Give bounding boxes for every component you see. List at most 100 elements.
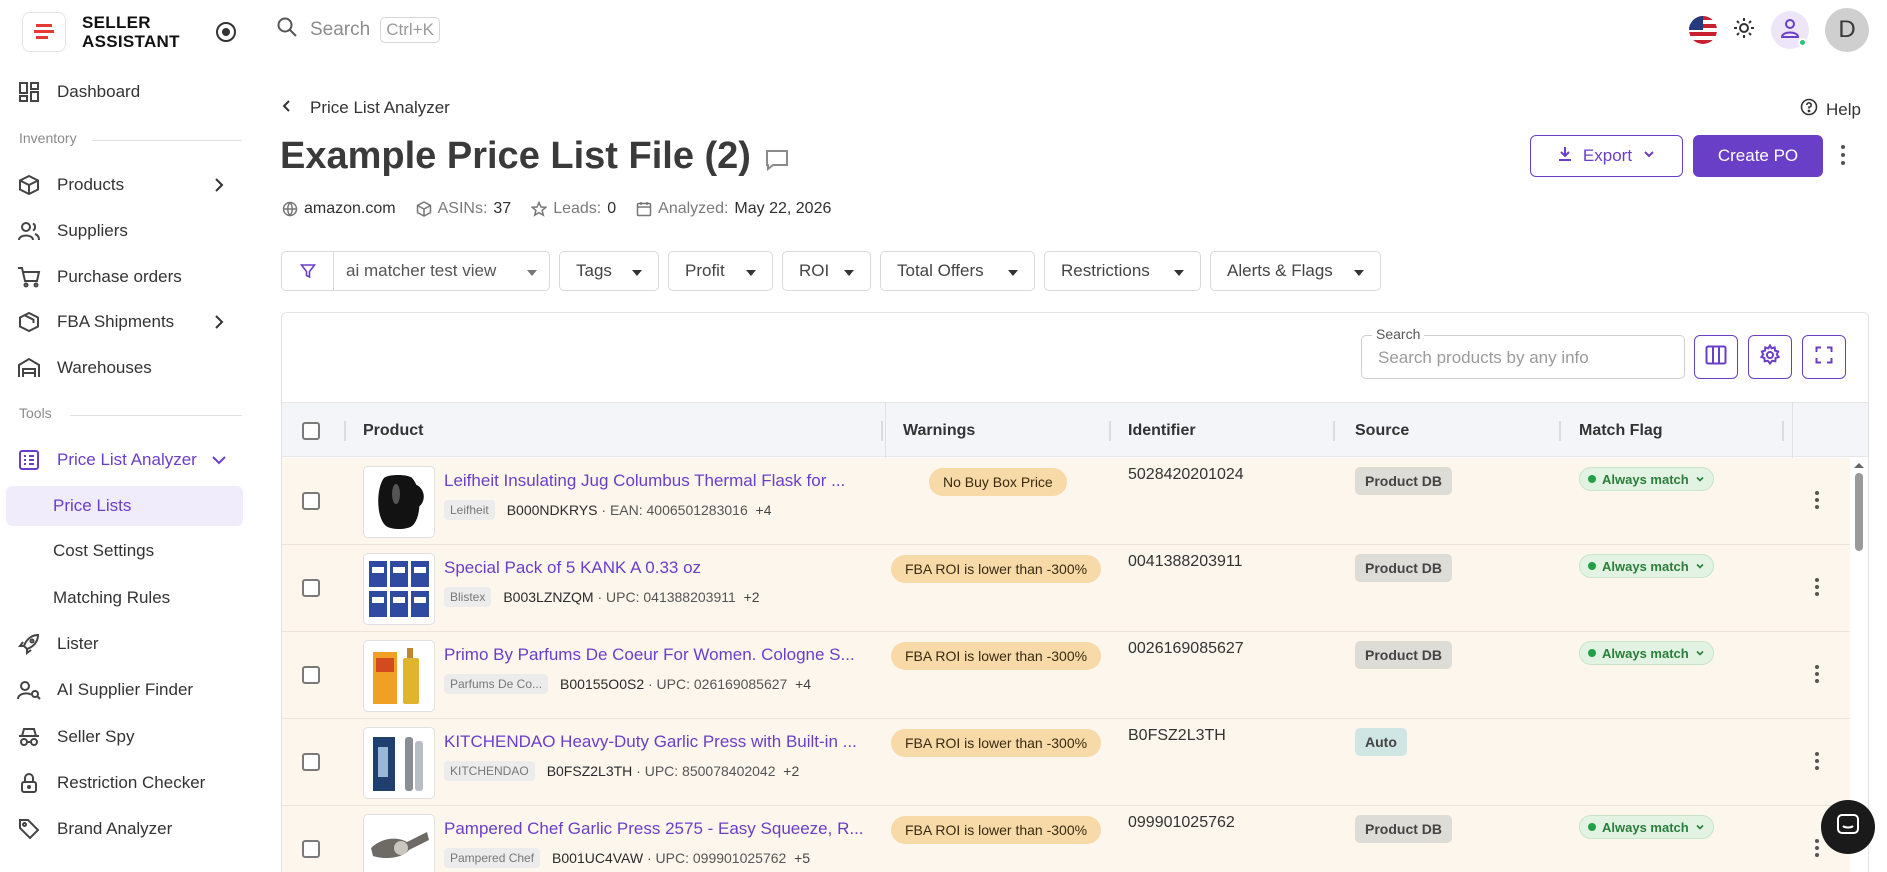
- row-actions-icon[interactable]: [1814, 751, 1820, 776]
- table-row[interactable]: KITCHENDAO Heavy-Duty Garlic Press with …: [282, 719, 1850, 806]
- us-flag-icon[interactable]: [1689, 16, 1717, 44]
- comment-icon[interactable]: [765, 138, 789, 181]
- row-actions-icon[interactable]: [1814, 577, 1820, 602]
- columns-button[interactable]: [1694, 335, 1738, 379]
- table-row[interactable]: Special Pack of 5 KANK A 0.33 oz Blistex…: [282, 545, 1850, 632]
- sidebar-item-suppliers[interactable]: Suppliers: [6, 211, 243, 251]
- brand-chip[interactable]: Parfums De Co...: [444, 674, 549, 694]
- meta-leads-value: 0: [607, 200, 617, 217]
- avatar[interactable]: D: [1825, 8, 1869, 52]
- sun-icon[interactable]: [1733, 17, 1755, 44]
- sidebar-item-price-lists[interactable]: Price Lists: [6, 486, 243, 526]
- brand-chip[interactable]: KITCHENDAO: [444, 761, 535, 781]
- column-header-warnings[interactable]: Warnings: [903, 403, 975, 458]
- row-actions-icon[interactable]: [1814, 838, 1820, 863]
- sidebar-item-ai-supplier-finder[interactable]: AI Supplier Finder: [6, 670, 243, 710]
- chevron-left-icon[interactable]: [280, 98, 294, 118]
- column-divider[interactable]: [1782, 421, 1784, 441]
- more-identifiers[interactable]: +4: [756, 502, 772, 518]
- product-title-link[interactable]: Leifheit Insulating Jug Columbus Thermal…: [444, 471, 845, 491]
- more-vertical-icon[interactable]: [1840, 144, 1846, 171]
- sidebar-item-purchase-orders[interactable]: Purchase orders: [6, 257, 243, 297]
- match-flag-select[interactable]: Always match: [1579, 815, 1714, 839]
- match-flag-select[interactable]: Always match: [1579, 554, 1714, 578]
- row-checkbox[interactable]: [302, 666, 320, 684]
- saved-view-select[interactable]: ai matcher test view: [281, 251, 550, 291]
- more-identifiers[interactable]: +2: [744, 589, 760, 605]
- asin-link[interactable]: B000NDKRYS: [507, 502, 598, 518]
- help-link[interactable]: Help: [1800, 98, 1861, 121]
- brand[interactable]: SELLER ASSISTANT: [22, 12, 180, 52]
- asin-link[interactable]: B003LZNZQM: [503, 589, 593, 605]
- row-actions-icon[interactable]: [1814, 664, 1820, 689]
- sidebar-item-brand-analyzer[interactable]: Brand Analyzer: [6, 809, 243, 849]
- column-header-product[interactable]: Product: [363, 403, 423, 458]
- fullscreen-button[interactable]: [1802, 335, 1846, 379]
- more-identifiers[interactable]: +5: [794, 850, 810, 866]
- table-search-input[interactable]: Search Search products by any info: [1361, 326, 1685, 379]
- filter-alerts-flags[interactable]: Alerts & Flags: [1210, 251, 1381, 291]
- sidebar-item-seller-spy[interactable]: Seller Spy: [6, 717, 243, 757]
- account-button[interactable]: [1771, 11, 1809, 49]
- row-actions-icon[interactable]: [1814, 490, 1820, 515]
- sidebar-label-matching-rules: Matching Rules: [53, 588, 171, 607]
- sidebar-item-warehouses[interactable]: Warehouses: [6, 348, 243, 388]
- scroll-up-arrow-icon[interactable]: [1853, 461, 1865, 469]
- select-all-checkbox[interactable]: [302, 403, 320, 458]
- filter-roi[interactable]: ROI: [782, 251, 871, 291]
- match-flag-select[interactable]: Always match: [1579, 641, 1714, 665]
- sidebar-item-products[interactable]: Products: [6, 165, 243, 205]
- product-title-link[interactable]: Pampered Chef Garlic Press 2575 - Easy S…: [444, 819, 864, 839]
- column-divider[interactable]: [1559, 421, 1561, 441]
- brand-chip[interactable]: Leifheit: [444, 500, 495, 520]
- table-settings-button[interactable]: [1748, 335, 1792, 379]
- product-title-link[interactable]: Special Pack of 5 KANK A 0.33 oz: [444, 558, 701, 578]
- sidebar-item-matching-rules[interactable]: Matching Rules: [6, 578, 243, 618]
- table-row[interactable]: Leifheit Insulating Jug Columbus Thermal…: [282, 458, 1850, 545]
- filter-profit[interactable]: Profit: [668, 251, 773, 291]
- product-title-link[interactable]: Primo By Parfums De Coeur For Women. Col…: [444, 645, 855, 665]
- sidebar-item-price-list-analyzer[interactable]: Price List Analyzer: [6, 440, 243, 480]
- breadcrumb[interactable]: Price List Analyzer: [280, 98, 450, 118]
- filter-icon[interactable]: [282, 252, 334, 290]
- row-checkbox[interactable]: [302, 579, 320, 597]
- column-divider[interactable]: [881, 421, 883, 441]
- sidebar-label-purchase-orders: Purchase orders: [57, 267, 182, 286]
- asin-link[interactable]: B00155O0S2: [560, 676, 644, 692]
- brand-chip[interactable]: Blistex: [444, 587, 492, 607]
- sidebar-pin-toggle[interactable]: [216, 22, 236, 42]
- product-title-link[interactable]: KITCHENDAO Heavy-Duty Garlic Press with …: [444, 732, 857, 752]
- filter-restrictions[interactable]: Restrictions: [1044, 251, 1201, 291]
- breadcrumb-link[interactable]: Price List Analyzer: [310, 98, 450, 118]
- column-header-identifier[interactable]: Identifier: [1128, 403, 1196, 458]
- export-button[interactable]: Export: [1530, 135, 1683, 177]
- more-identifiers[interactable]: +2: [783, 763, 799, 779]
- global-search[interactable]: Search Ctrl+K: [276, 16, 440, 44]
- column-divider[interactable]: [1333, 421, 1335, 441]
- column-header-match-flag[interactable]: Match Flag: [1579, 403, 1663, 458]
- sidebar-item-lister[interactable]: Lister: [6, 624, 243, 664]
- sidebar-item-dashboard[interactable]: Dashboard: [6, 72, 243, 112]
- filter-total-offers[interactable]: Total Offers: [880, 251, 1035, 291]
- sidebar-item-fba-shipments[interactable]: FBA Shipments: [6, 302, 243, 342]
- create-po-button[interactable]: Create PO: [1693, 135, 1823, 177]
- asin-link[interactable]: B001UC4VAW: [552, 850, 643, 866]
- match-flag-select[interactable]: Always match: [1579, 467, 1714, 491]
- section-tools-label: Tools: [19, 405, 52, 421]
- asin-link[interactable]: B0FSZ2L3TH: [547, 763, 633, 779]
- support-chat-button[interactable]: [1821, 800, 1875, 854]
- row-checkbox[interactable]: [302, 840, 320, 858]
- scrollbar-thumb[interactable]: [1855, 473, 1863, 551]
- caret-down-icon: [1354, 261, 1364, 281]
- row-checkbox[interactable]: [302, 492, 320, 510]
- row-checkbox[interactable]: [302, 753, 320, 771]
- table-row[interactable]: Pampered Chef Garlic Press 2575 - Easy S…: [282, 806, 1850, 872]
- sidebar-item-cost-settings[interactable]: Cost Settings: [6, 531, 243, 571]
- brand-chip[interactable]: Pampered Chef: [444, 848, 541, 868]
- column-header-source[interactable]: Source: [1355, 403, 1409, 458]
- column-divider[interactable]: [1109, 421, 1111, 441]
- table-row[interactable]: Primo By Parfums De Coeur For Women. Col…: [282, 632, 1850, 719]
- more-identifiers[interactable]: +4: [795, 676, 811, 692]
- filter-tags[interactable]: Tags: [559, 251, 659, 291]
- sidebar-item-restriction-checker[interactable]: Restriction Checker: [6, 763, 243, 803]
